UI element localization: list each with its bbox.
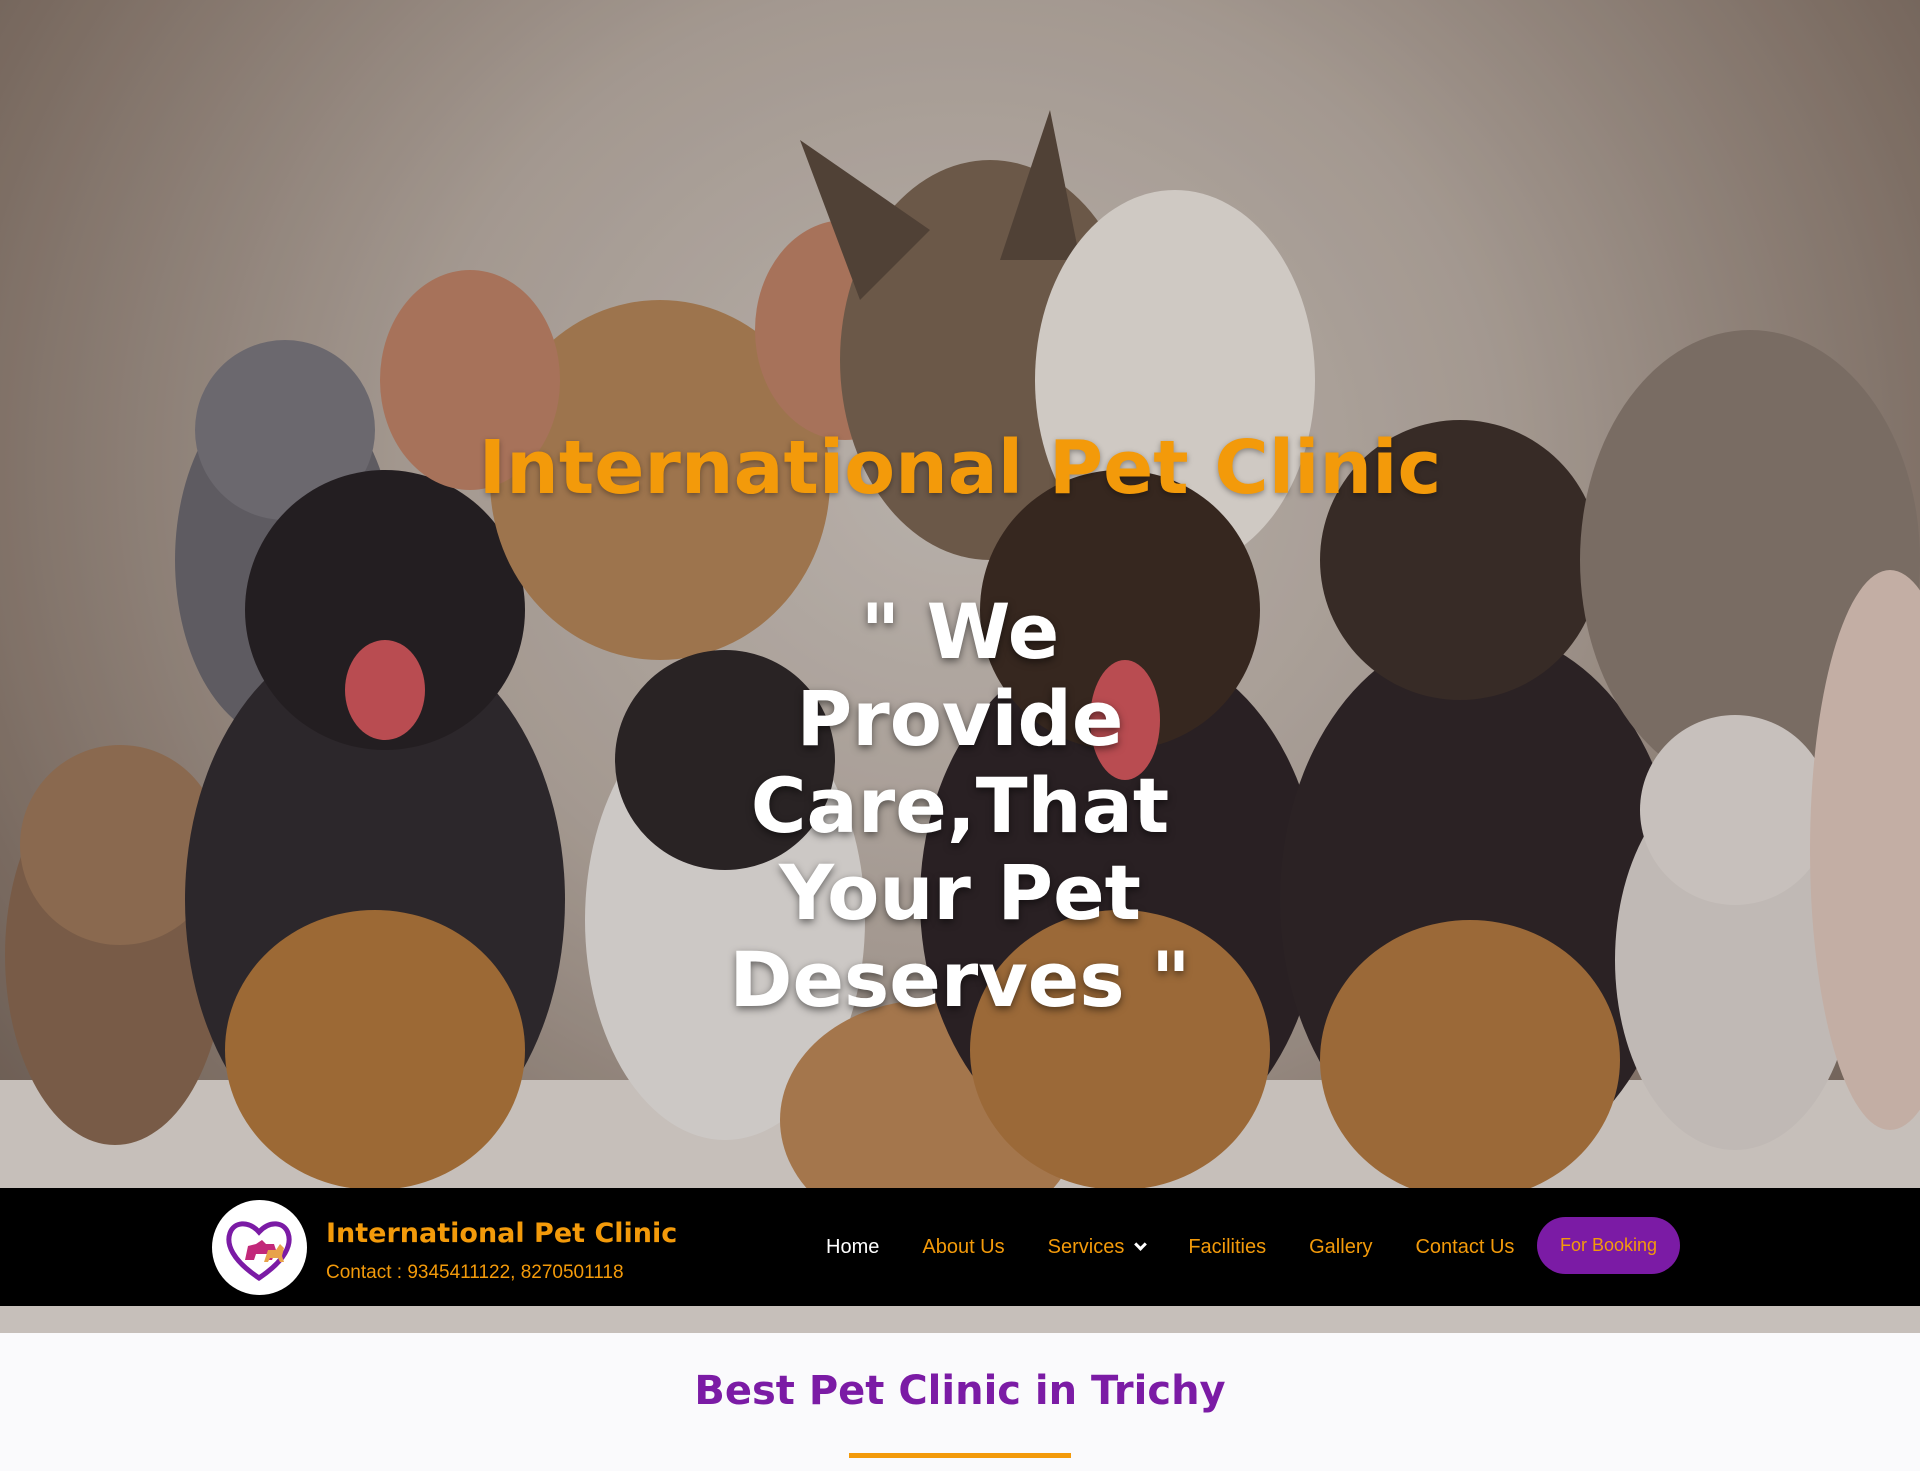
- section-title: Best Pet Clinic in Trichy: [694, 1368, 1226, 1414]
- nav-item-services[interactable]: Services: [1047, 1235, 1148, 1259]
- intro-section: Best Pet Clinic in Trichy: [0, 1333, 1920, 1471]
- brand-name: International Pet Clinic: [326, 1218, 678, 1249]
- contact-numbers: Contact : 9345411122, 8270501118: [326, 1262, 624, 1283]
- nav-item-gallery[interactable]: Gallery: [1309, 1236, 1372, 1259]
- nav-item-contact-us[interactable]: Contact Us: [1415, 1236, 1514, 1259]
- hero-quote-line: Your Pet: [779, 848, 1141, 937]
- hero-quote-line: " We: [860, 587, 1060, 676]
- nav-item-services-label: Services: [1047, 1235, 1125, 1258]
- hero-quote: " We Provide Care,That Your Pet Deserves…: [660, 588, 1260, 1023]
- hero-quote-line: Provide: [796, 674, 1124, 763]
- chevron-down-icon: [1134, 1238, 1148, 1251]
- hero-quote-line: Care,That: [750, 761, 1170, 850]
- hero-title: International Pet Clinic: [478, 425, 1442, 511]
- booking-button[interactable]: For Booking: [1537, 1217, 1680, 1274]
- nav-item-facilities[interactable]: Facilities: [1188, 1236, 1266, 1259]
- nav-item-home[interactable]: Home: [826, 1236, 879, 1259]
- nav-menu: Home About Us Services Facilities Galler…: [826, 1188, 1557, 1306]
- hero-quote-line: Deserves ": [729, 935, 1191, 1024]
- heart-pets-logo-icon: [226, 1221, 292, 1282]
- main-navbar: International Pet Clinic Contact : 93454…: [0, 1188, 1920, 1306]
- hero-banner: International Pet Clinic " We Provide Ca…: [0, 0, 1920, 1333]
- clinic-logo[interactable]: [212, 1200, 307, 1295]
- title-underline: [849, 1453, 1071, 1458]
- nav-item-about-us[interactable]: About Us: [922, 1236, 1004, 1259]
